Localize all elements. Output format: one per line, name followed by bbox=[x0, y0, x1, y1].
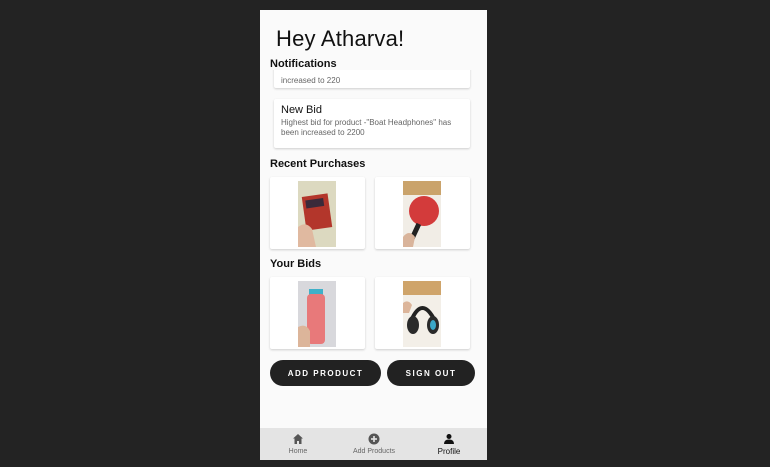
home-icon bbox=[293, 434, 303, 444]
recent-purchases-row bbox=[270, 177, 470, 249]
notification-title: New Bid bbox=[281, 104, 322, 116]
nav-add-products[interactable]: Add Products bbox=[336, 428, 412, 460]
notification-body: increased to 220 bbox=[281, 76, 341, 85]
water-bottle-photo bbox=[298, 281, 336, 347]
table-tennis-racket-photo bbox=[403, 181, 441, 247]
notification-body: Highest bid for product -"Boat Headphone… bbox=[281, 118, 452, 137]
notification-card[interactable]: increased to 220 bbox=[274, 70, 470, 88]
notifications-list[interactable]: increased to 220 New Bid Highest bid for… bbox=[272, 70, 476, 164]
recent-purchases-heading: Recent Purchases bbox=[270, 158, 366, 170]
add-circle-icon bbox=[368, 433, 380, 445]
nav-home-label: Home bbox=[288, 448, 308, 455]
nav-home[interactable]: Home bbox=[260, 428, 336, 460]
sign-out-button[interactable]: SIGN OUT bbox=[387, 360, 475, 386]
your-bids-heading: Your Bids bbox=[270, 258, 322, 270]
book-photo bbox=[298, 181, 336, 247]
your-bids-row bbox=[270, 277, 470, 349]
headphones-photo bbox=[403, 281, 441, 347]
notification-card[interactable]: New Bid Highest bid for product -"Boat H… bbox=[274, 99, 470, 148]
nav-add-products-label: Add Products bbox=[352, 448, 396, 455]
bottom-navigation: Home Add Products Profile bbox=[260, 428, 487, 460]
bid-tile-bottle[interactable] bbox=[270, 277, 365, 349]
purchase-tile-racket[interactable] bbox=[375, 177, 470, 249]
add-product-button[interactable]: ADD PRODUCT bbox=[270, 360, 381, 386]
notifications-heading: Notifications bbox=[270, 58, 337, 70]
person-icon bbox=[444, 434, 454, 444]
bid-tile-headphones[interactable] bbox=[375, 277, 470, 349]
app-screen: Hey Atharva! Notifications increased to … bbox=[260, 10, 487, 460]
greeting-title: Hey Atharva! bbox=[276, 26, 405, 51]
nav-profile[interactable]: Profile bbox=[411, 428, 487, 460]
purchase-tile-book[interactable] bbox=[270, 177, 365, 249]
nav-profile-label: Profile bbox=[437, 447, 461, 456]
